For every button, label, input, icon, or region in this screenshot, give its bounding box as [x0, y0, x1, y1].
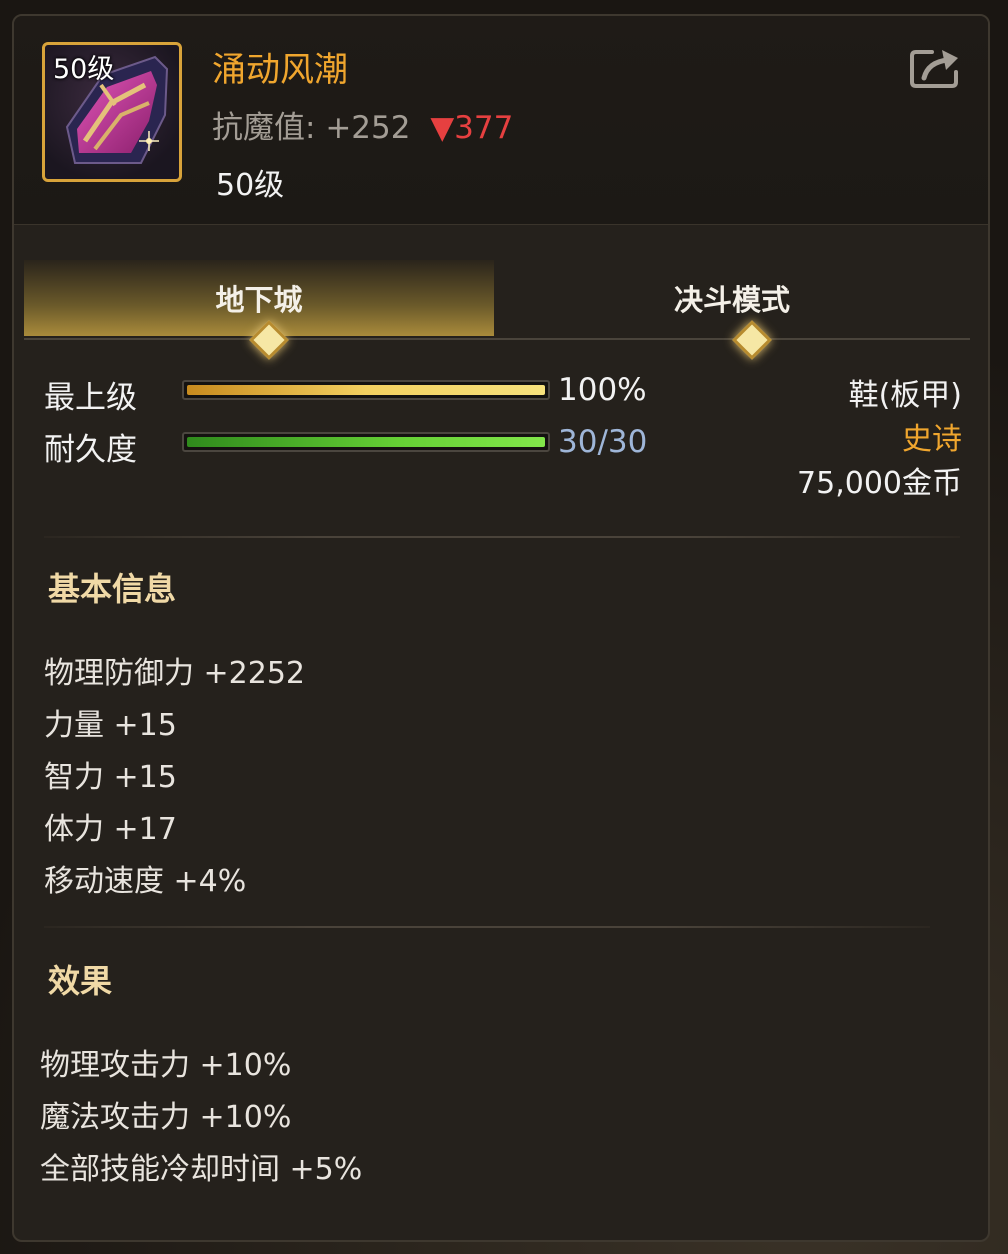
durability-value: 30/30	[558, 424, 648, 460]
grade-label: 最上级	[44, 380, 137, 416]
stat-decrease: ▼377	[430, 110, 514, 146]
divider	[44, 926, 930, 928]
basic-stat-item: 物理防御力 +2252	[44, 656, 306, 691]
item-type: 鞋(板甲)	[848, 378, 962, 413]
share-icon[interactable]	[908, 46, 962, 90]
effect-item: 全部技能冷却时间 +5%	[40, 1152, 363, 1187]
item-level: 50级	[216, 168, 285, 203]
basic-stat-item: 移动速度 +4%	[44, 864, 247, 899]
item-tooltip-panel: 50级 涌动风潮 抗魔值: +252 ▼377 50级 地下城 决斗模式 最上级…	[12, 14, 990, 1242]
basic-stat-item: 体力 +17	[44, 812, 177, 847]
item-icon-level: 50级	[53, 54, 115, 85]
tab-pvp[interactable]: 决斗模式	[494, 260, 970, 336]
basic-stat-item: 力量 +15	[44, 708, 177, 743]
effect-item: 物理攻击力 +10%	[40, 1048, 292, 1083]
stat-value: +252	[325, 110, 411, 146]
durability-bar	[182, 432, 550, 452]
item-main-stat: 抗魔值: +252 ▼377	[212, 102, 513, 147]
item-header: 50级 涌动风潮 抗魔值: +252 ▼377 50级	[14, 16, 988, 225]
mode-tabs: 地下城 决斗模式	[24, 260, 970, 360]
item-rarity: 史诗	[902, 422, 962, 457]
grade-value: 100%	[558, 372, 647, 408]
effect-item: 魔法攻击力 +10%	[40, 1100, 292, 1135]
grade-bar-fill	[187, 385, 545, 395]
tab-dungeon[interactable]: 地下城	[24, 260, 494, 336]
stat-label: 抗魔值:	[212, 110, 316, 146]
grade-bar	[182, 380, 550, 400]
durability-label: 耐久度	[44, 432, 137, 468]
item-name: 涌动风潮	[212, 50, 348, 90]
divider	[44, 536, 960, 538]
basic-info-title: 基本信息	[48, 570, 177, 608]
item-icon[interactable]: 50级	[42, 42, 182, 182]
item-price: 75,000金币	[797, 466, 962, 501]
durability-bar-fill	[187, 437, 545, 447]
effects-title: 效果	[48, 962, 113, 1000]
basic-stat-item: 智力 +15	[44, 760, 177, 795]
